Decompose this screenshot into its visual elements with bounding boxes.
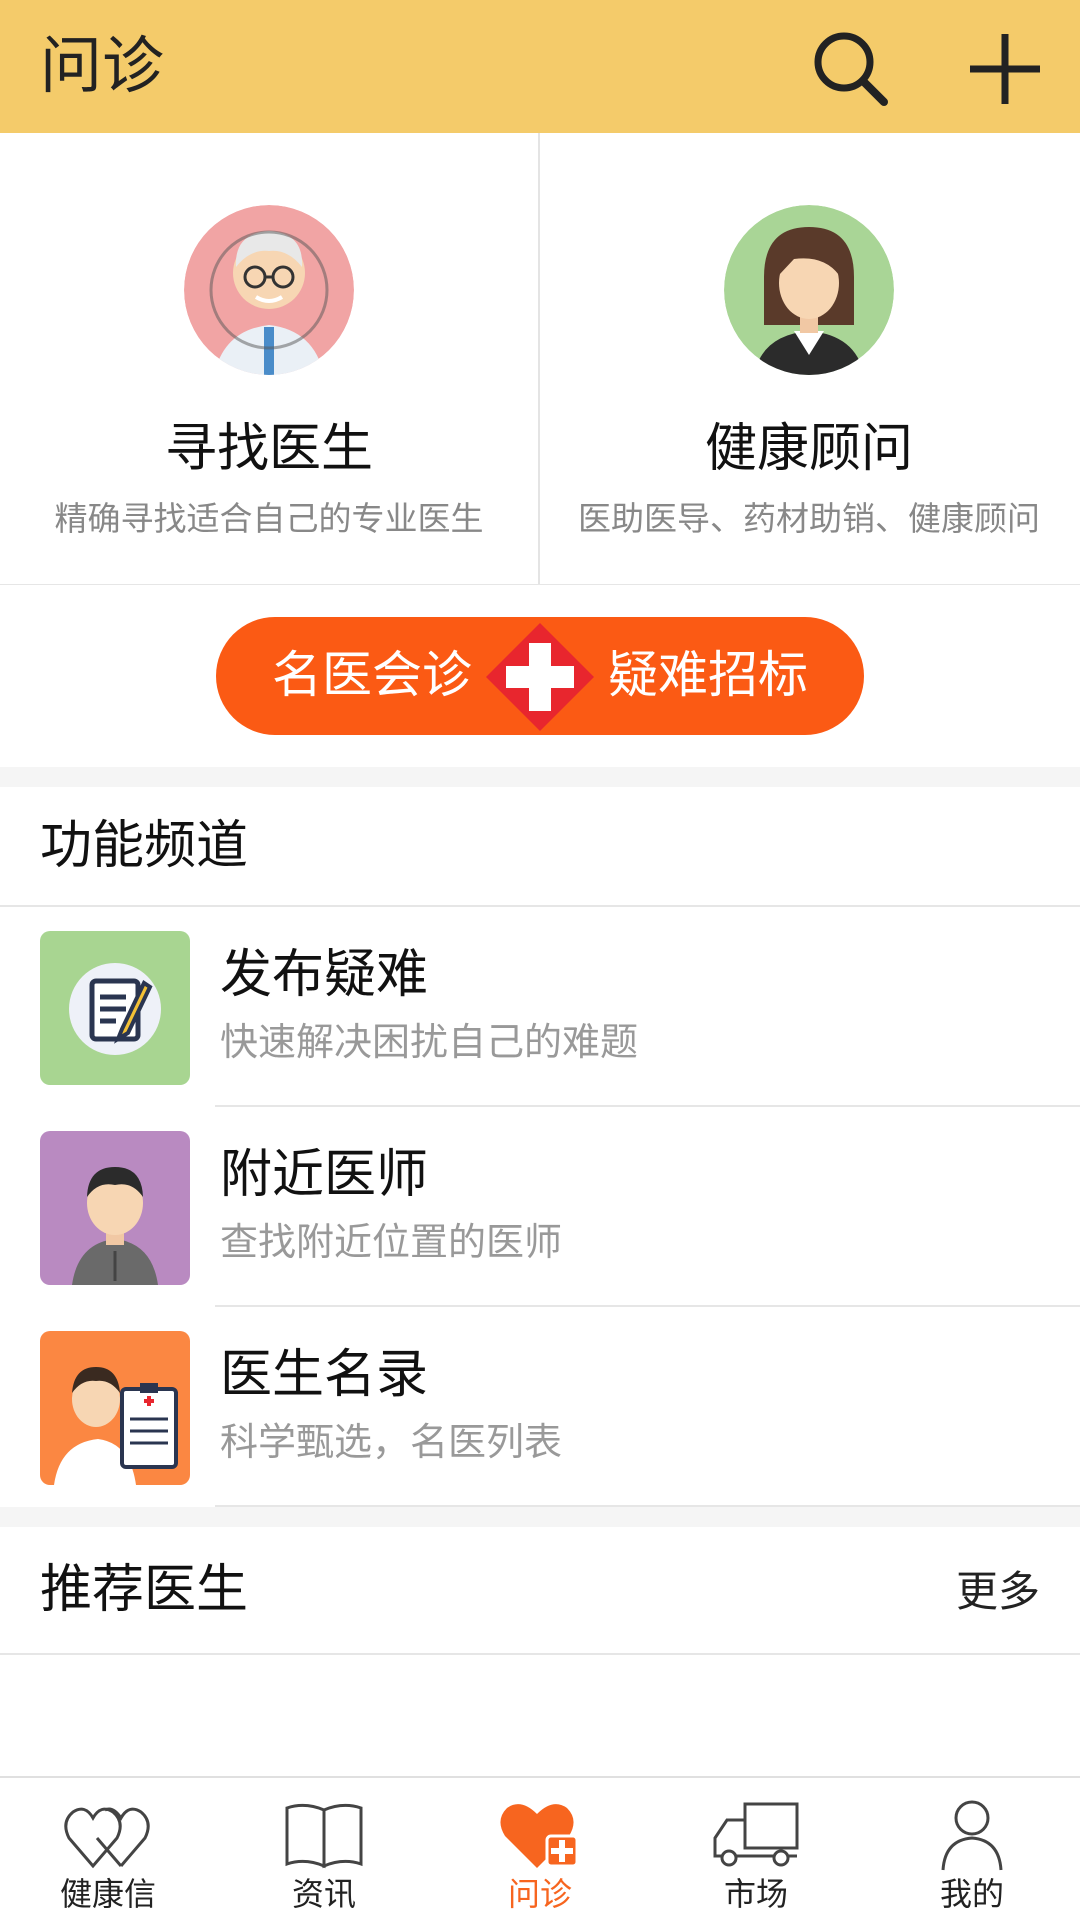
find-doctor-card[interactable]: 寻找医生 精确寻找适合自己的专业医生 (0, 133, 538, 585)
recommend-header: 推荐医生 更多 (0, 1527, 1080, 1655)
consult-tender-banner[interactable]: 名医会诊 疑难招标 (216, 617, 864, 735)
find-doctor-title: 寻找医生 (164, 419, 373, 479)
tab-news[interactable]: 资讯 (216, 1778, 432, 1922)
function-channel-title: 功能频道 (40, 816, 249, 876)
feature-nearby-doctors[interactable]: 附近医师 查找附近位置的医师 (0, 1107, 1080, 1307)
user-icon (941, 1800, 1003, 1871)
find-doctor-desc: 精确寻找适合自己的专业医生 (54, 499, 484, 538)
banner-left-text: 名医会诊 (272, 646, 472, 704)
tab-health-letter[interactable]: 健康信 (0, 1778, 216, 1922)
doctor-clipboard-icon (40, 1331, 190, 1485)
feature-title: 医生名录 (220, 1345, 429, 1405)
more-link[interactable]: 更多 (956, 1565, 1040, 1619)
banner-area: 名医会诊 疑难招标 (0, 585, 1080, 767)
banner-right-text: 疑难招标 (608, 646, 808, 704)
entry-cards: 寻找医生 精确寻找适合自己的专业医生 健康顾问 医助医导、药材助销、健康顾问 (0, 133, 1080, 586)
divider (0, 1653, 1080, 1655)
female-advisor-avatar (724, 205, 894, 375)
feature-doctor-directory[interactable]: 医生名录 科学甄选，名医列表 (0, 1307, 1080, 1507)
page-title: 问诊 (40, 29, 165, 102)
heart-plus-icon (500, 1804, 579, 1868)
section-gap (0, 1507, 1080, 1527)
tab-consult[interactable]: 问诊 (432, 1778, 648, 1922)
section-gap (0, 767, 1080, 787)
male-doctor-icon (40, 1131, 190, 1285)
tab-label: 我的 (939, 1875, 1004, 1913)
old-doctor-avatar (184, 205, 354, 375)
bottom-tab-bar: 健康信 资讯 问诊 市场 我的 (0, 1776, 1080, 1922)
health-advisor-title: 健康顾问 (704, 419, 913, 479)
tab-label: 资讯 (291, 1875, 356, 1913)
tab-mine[interactable]: 我的 (864, 1778, 1080, 1922)
hearts-icon (64, 1807, 150, 1869)
function-channel-header: 功能频道 (0, 787, 1080, 907)
plus-icon[interactable] (966, 30, 1044, 108)
book-icon (285, 1803, 363, 1869)
truck-icon (713, 1802, 799, 1867)
search-icon[interactable] (812, 30, 890, 108)
feature-title: 发布疑难 (220, 945, 429, 1005)
feature-subtitle: 快速解决困扰自己的难题 (220, 1020, 639, 1064)
top-bar: 问诊 (0, 0, 1080, 133)
notepad-pencil-icon (40, 931, 190, 1085)
tab-label: 问诊 (507, 1875, 572, 1913)
tab-market[interactable]: 市场 (648, 1778, 864, 1922)
feature-subtitle: 科学甄选，名医列表 (220, 1420, 563, 1464)
health-advisor-desc: 医助医导、药材助销、健康顾问 (578, 499, 1040, 538)
tab-label: 健康信 (59, 1875, 156, 1913)
feature-subtitle: 查找附近位置的医师 (220, 1220, 563, 1264)
medical-cross-icon (484, 621, 596, 733)
feature-post-problem[interactable]: 发布疑难 快速解决困扰自己的难题 (0, 907, 1080, 1107)
recommend-title: 推荐医生 (40, 1560, 249, 1620)
feature-title: 附近医师 (220, 1145, 429, 1205)
tab-label: 市场 (723, 1875, 788, 1913)
health-advisor-card[interactable]: 健康顾问 医助医导、药材助销、健康顾问 (540, 133, 1078, 585)
